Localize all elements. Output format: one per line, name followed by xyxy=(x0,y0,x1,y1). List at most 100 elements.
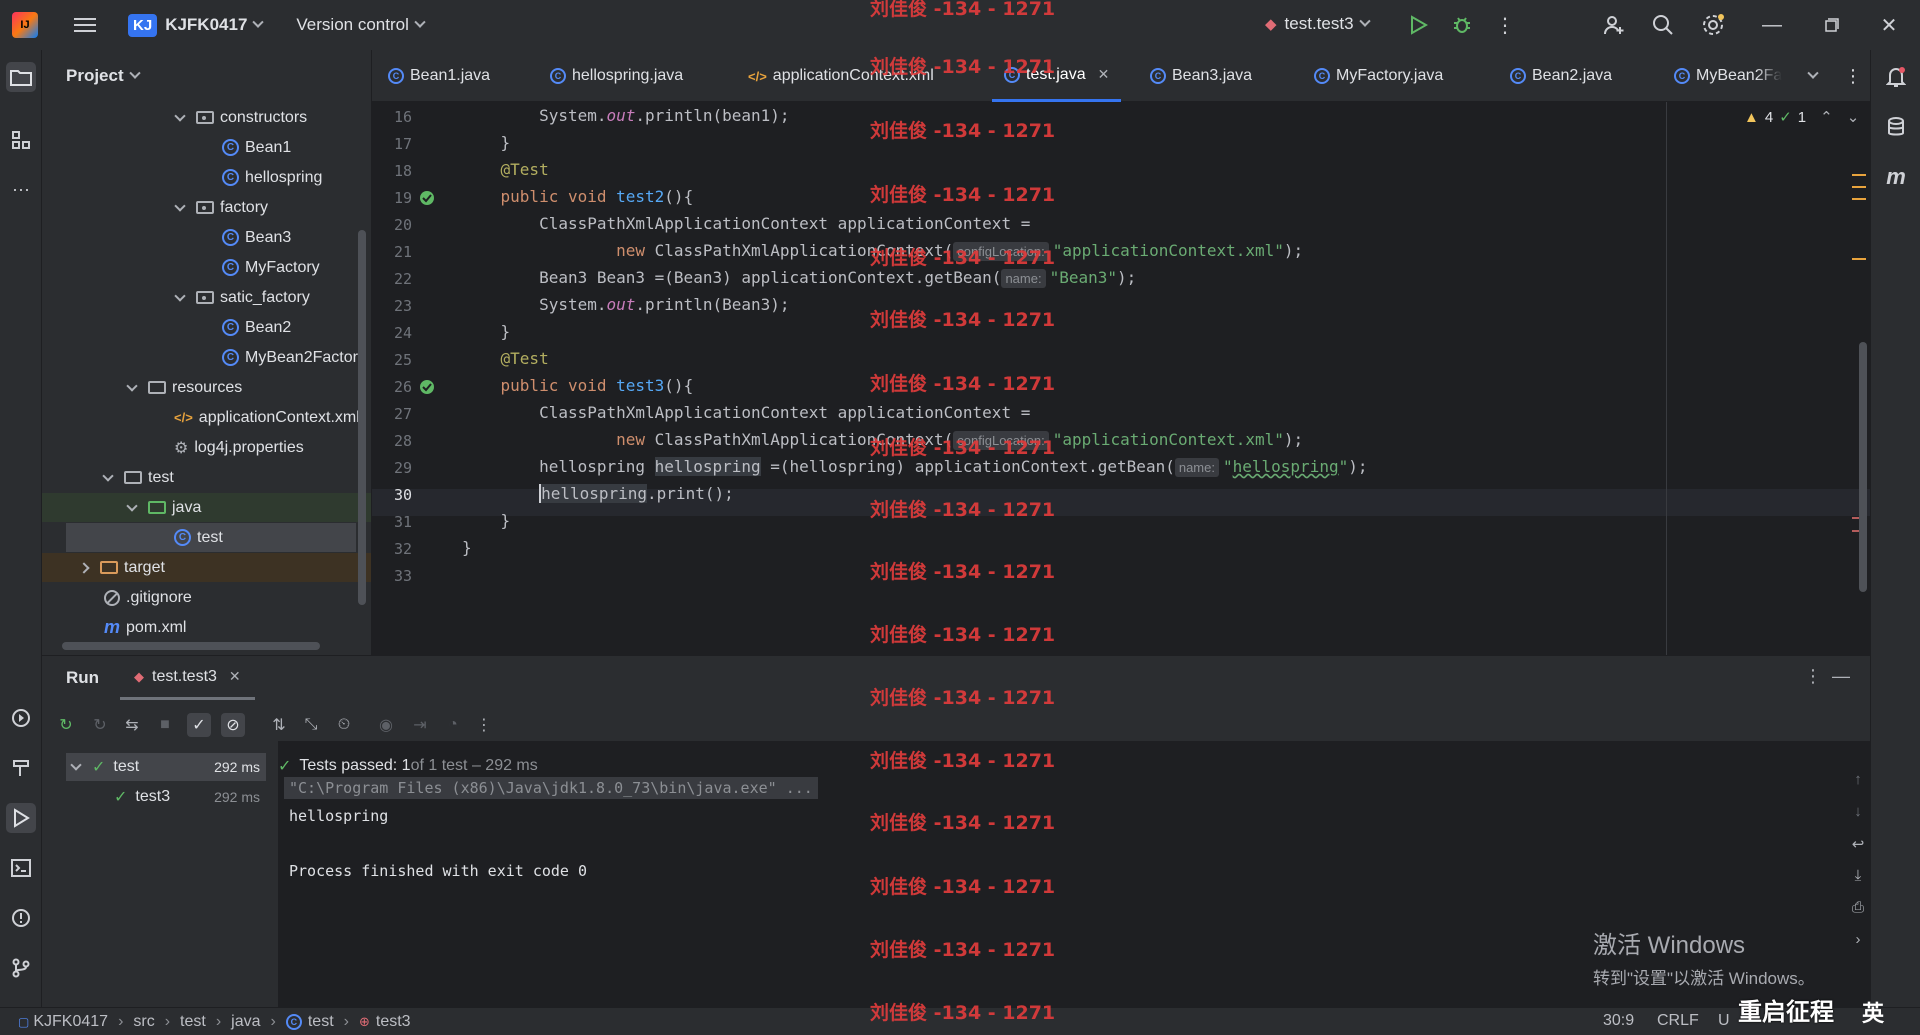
coverage-icon[interactable]: ◔ xyxy=(441,713,465,737)
scroll-down-icon[interactable]: ↓ xyxy=(1848,803,1868,823)
rerun-failed-icon[interactable]: ↻ xyxy=(88,713,112,737)
tab-bean3[interactable]: C Bean3.java xyxy=(1150,50,1252,102)
more-tools-icon[interactable]: ··· xyxy=(6,174,36,204)
breadcrumb-item[interactable]: test xyxy=(180,1013,206,1031)
soft-wrap-icon[interactable]: ↩ xyxy=(1848,835,1868,855)
hamburger-menu-icon[interactable] xyxy=(74,14,96,36)
tree-item-bean2[interactable]: C Bean2 xyxy=(42,313,371,342)
screenshot-icon[interactable]: ◉ xyxy=(374,713,398,737)
stop-icon[interactable]: ■ xyxy=(153,713,177,737)
project-badge[interactable]: KJ xyxy=(128,13,158,37)
tree-item-hellospring[interactable]: C hellospring xyxy=(42,163,371,192)
chevron-down-icon[interactable] xyxy=(128,67,141,79)
caret-position[interactable]: 30:9 xyxy=(1603,1012,1634,1030)
project-tool-icon[interactable] xyxy=(6,62,36,92)
tab-bean2[interactable]: C Bean2.java xyxy=(1510,50,1612,102)
next-highlight-icon[interactable]: ⌄ xyxy=(1847,108,1860,126)
tree-item-log4j[interactable]: ⚙ log4j.properties xyxy=(42,433,371,462)
tab-bean1[interactable]: C Bean1.java xyxy=(388,50,490,102)
tree-item-resources[interactable]: resources xyxy=(42,373,371,402)
problems-tool-icon[interactable] xyxy=(6,903,36,933)
line-separator[interactable]: CRLF xyxy=(1657,1012,1699,1030)
chevron-down-icon[interactable] xyxy=(102,469,114,482)
inspection-widget[interactable]: ▲ 4 ✓ 1 ⌃ ⌄ xyxy=(1744,108,1860,127)
tree-item-constructors[interactable]: constructors xyxy=(42,103,371,132)
show-passed-icon[interactable]: ✓ xyxy=(187,713,211,737)
tree-item-test-class[interactable]: C test xyxy=(66,523,356,552)
previous-highlight-icon[interactable]: ⌃ xyxy=(1820,108,1833,126)
test-row-case[interactable]: ✓ test3 292 ms xyxy=(66,783,266,811)
run-test-gutter-icon[interactable] xyxy=(419,379,435,395)
tree-item-applicationcontext[interactable]: </> applicationContext.xml xyxy=(42,403,371,432)
ime-language-indicator[interactable]: 英 xyxy=(1862,996,1884,1028)
project-name[interactable]: KJFK0417 xyxy=(165,15,247,35)
restore-icon[interactable] xyxy=(1819,12,1845,38)
services-tool-icon[interactable] xyxy=(6,703,36,733)
chevron-down-icon[interactable] xyxy=(70,759,82,771)
tree-item-target[interactable]: target xyxy=(42,553,371,582)
tree-item-factory[interactable]: factory xyxy=(42,193,371,222)
collapse-all-icon[interactable]: ⤡ xyxy=(299,713,323,737)
git-tool-icon[interactable] xyxy=(6,953,36,983)
toggle-autotest-icon[interactable]: ⇆ xyxy=(120,713,144,737)
console-command-line[interactable]: "C:\Program Files (x86)\Java\jdk1.8.0_73… xyxy=(284,777,818,799)
run-config-selector[interactable]: ◆ test.test3 xyxy=(1265,14,1371,34)
tree-item-pom[interactable]: m pom.xml xyxy=(42,613,371,642)
add-user-icon[interactable] xyxy=(1601,12,1627,38)
breadcrumb-item[interactable]: test xyxy=(308,1013,334,1031)
debug-icon[interactable] xyxy=(1449,12,1475,38)
minimize-icon[interactable]: — xyxy=(1759,12,1785,38)
chevron-down-icon[interactable] xyxy=(174,199,186,212)
breadcrumb-item[interactable]: test3 xyxy=(376,1013,411,1031)
file-encoding[interactable]: U xyxy=(1718,1012,1730,1030)
import-tests-icon[interactable]: ⇥ xyxy=(408,713,432,737)
sort-icon[interactable]: ⇅ xyxy=(267,713,291,737)
tab-close-icon[interactable]: ✕ xyxy=(1098,66,1110,83)
project-panel-title[interactable]: Project xyxy=(66,66,141,86)
tab-close-icon[interactable]: ✕ xyxy=(229,668,241,685)
close-icon[interactable]: ✕ xyxy=(1876,12,1902,38)
terminal-tool-icon[interactable] xyxy=(6,853,36,883)
run-test-gutter-icon[interactable] xyxy=(419,190,435,206)
run-panel-hide-icon[interactable]: — xyxy=(1832,666,1850,687)
error-stripe-mark[interactable] xyxy=(1852,174,1866,176)
chevron-down-icon[interactable] xyxy=(414,16,426,28)
run-icon[interactable] xyxy=(1406,12,1432,38)
tab-mybean2factory[interactable]: C MyBean2Fa xyxy=(1674,50,1782,102)
tabs-dropdown-icon[interactable] xyxy=(1802,50,1819,102)
tab-hellospring[interactable]: Chellospring.java xyxy=(550,50,683,102)
project-scrollbar-vertical[interactable] xyxy=(358,230,366,605)
tree-item-test-folder[interactable]: test xyxy=(42,463,371,492)
tabs-more-icon[interactable]: ⋮ xyxy=(1844,50,1862,102)
run-toolbar-more-icon[interactable]: ⋮ xyxy=(472,713,496,737)
intellij-logo-icon[interactable]: IJ xyxy=(12,12,38,38)
tree-item-bean3[interactable]: C Bean3 xyxy=(42,223,371,252)
maven-icon[interactable]: m xyxy=(1881,162,1911,192)
tree-item-mybean2factory[interactable]: C MyBean2Factory xyxy=(42,343,371,372)
settings-icon[interactable] xyxy=(1700,12,1726,38)
run-panel-more-icon[interactable]: ⋮ xyxy=(1804,666,1822,687)
notifications-icon[interactable] xyxy=(1881,62,1911,92)
tree-item-java-folder[interactable]: java xyxy=(42,493,371,522)
error-stripe-mark[interactable] xyxy=(1852,258,1866,260)
code-editor[interactable]: 16 17 18 19 20 21 22 23 24 25 26 27 28 2… xyxy=(372,102,1870,655)
run-tab[interactable]: ◆ test.test3 ✕ xyxy=(120,656,255,700)
scroll-to-end-icon[interactable]: ⤓ xyxy=(1848,867,1868,887)
error-stripe-mark[interactable] xyxy=(1852,186,1866,188)
test-row-suite[interactable]: ✓ test 292 ms xyxy=(66,753,266,781)
history-icon[interactable]: ⏲ xyxy=(332,713,356,737)
breadcrumb-item[interactable]: src xyxy=(133,1013,154,1031)
scroll-up-icon[interactable]: ↑ xyxy=(1848,771,1868,791)
tree-item-gitignore[interactable]: .gitignore xyxy=(42,583,371,612)
breadcrumb-item[interactable]: KJFK0417 xyxy=(33,1013,108,1031)
show-ignored-icon[interactable]: ⊘ xyxy=(221,713,245,737)
rerun-icon[interactable]: ↻ xyxy=(54,713,78,737)
build-tool-icon[interactable] xyxy=(6,753,36,783)
database-icon[interactable] xyxy=(1881,112,1911,142)
more-icon[interactable]: ⋮ xyxy=(1492,12,1518,38)
tree-item-bean1[interactable]: C Bean1 xyxy=(42,133,371,162)
breadcrumb-item[interactable]: java xyxy=(231,1013,260,1031)
structure-tool-icon[interactable] xyxy=(6,125,36,155)
chevron-down-icon[interactable] xyxy=(174,109,186,122)
print-icon[interactable]: ⎙ xyxy=(1848,899,1868,919)
